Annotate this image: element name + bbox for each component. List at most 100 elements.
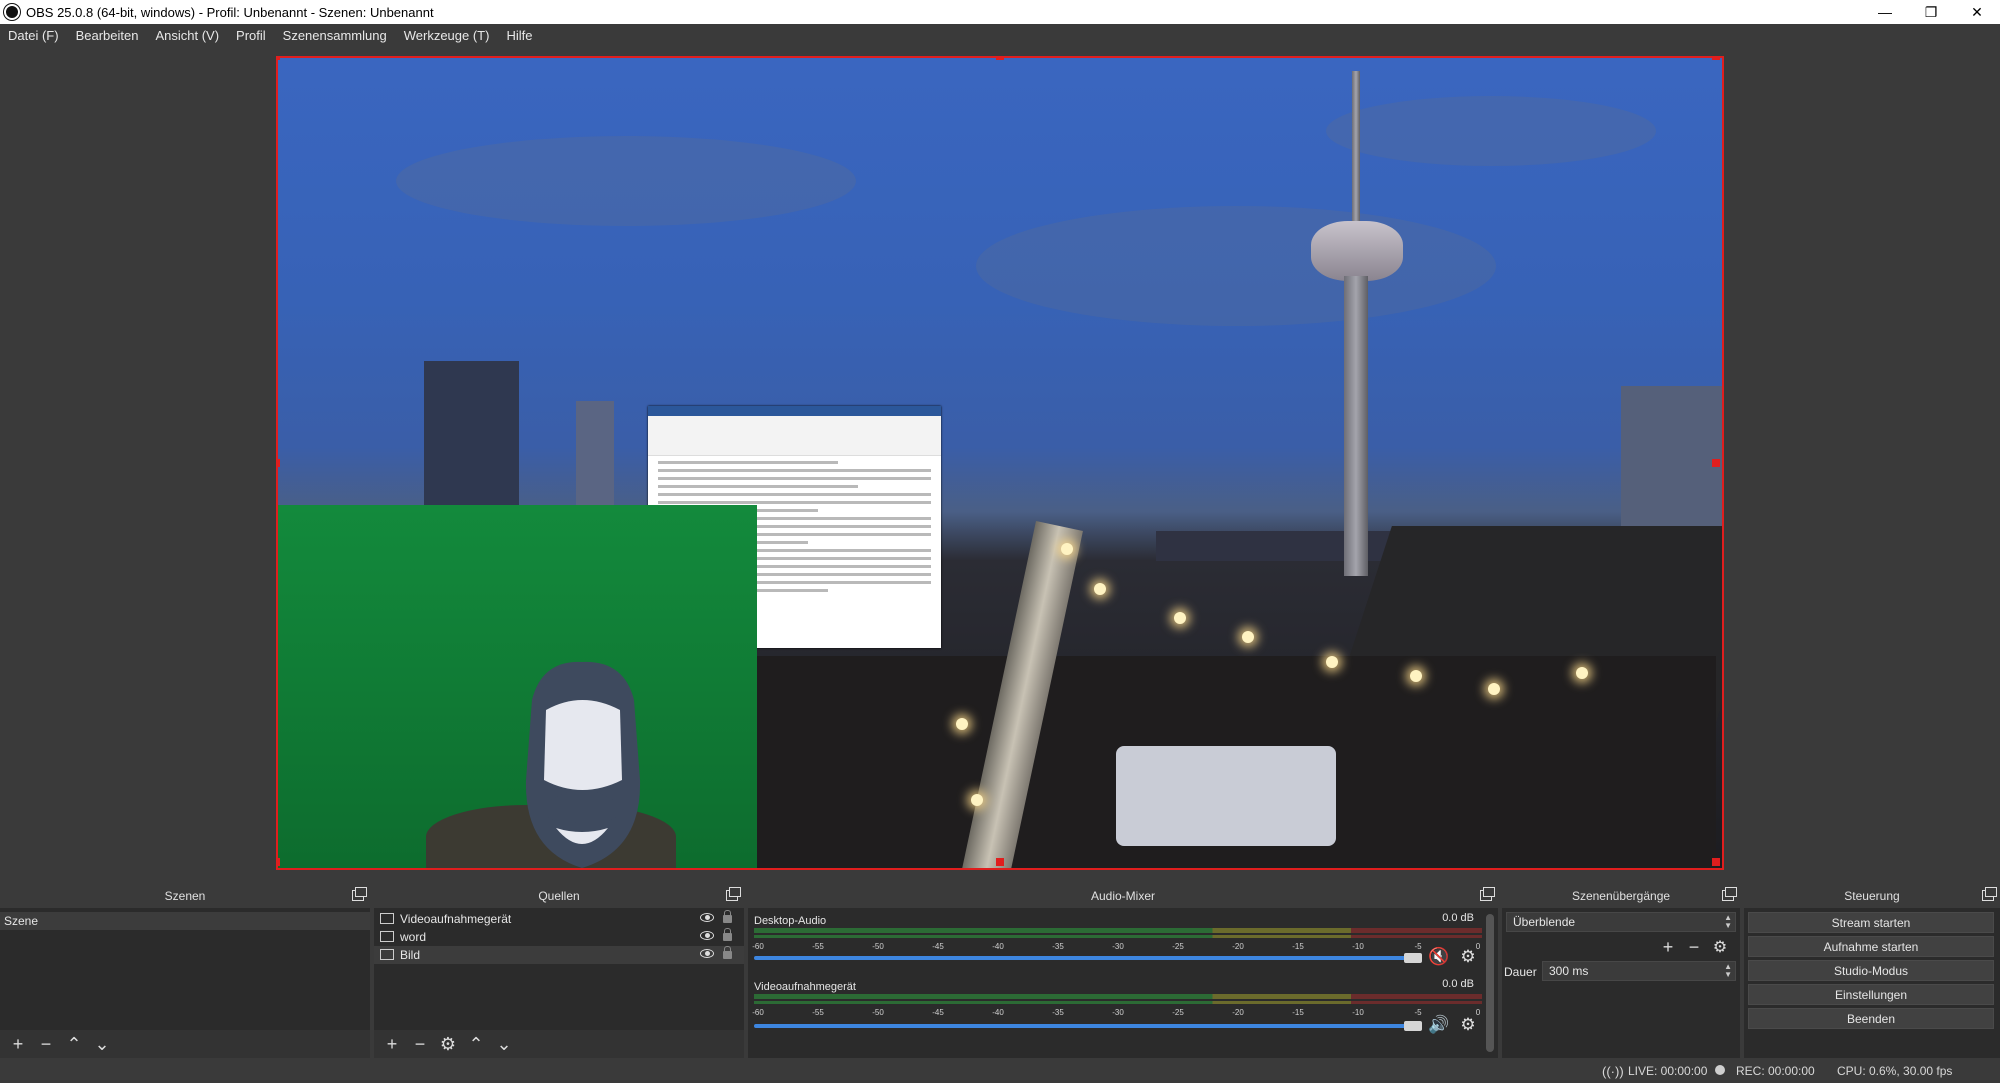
transition-selected: Überblende — [1513, 915, 1576, 929]
resize-handle[interactable] — [276, 858, 280, 866]
add-transition-button[interactable]: + — [1656, 936, 1680, 958]
move-down-button[interactable]: ⌄ — [492, 1033, 516, 1055]
cpu-status: CPU: 0.6%, 30.00 fps — [1837, 1064, 1953, 1078]
minimize-button[interactable]: — — [1862, 0, 1908, 24]
avatar-icon — [525, 661, 641, 868]
undock-icon[interactable] — [1722, 887, 1737, 901]
exit-button[interactable]: Beenden — [1748, 1008, 1994, 1029]
channel-name: Desktop-Audio — [754, 915, 827, 927]
menu-szenensammlung[interactable]: Szenensammlung — [283, 28, 387, 43]
scale-tick-label: -20 — [1232, 942, 1244, 951]
menu-datei[interactable]: Datei (F) — [8, 28, 59, 43]
resize-handle[interactable] — [1712, 56, 1720, 60]
resize-handle[interactable] — [996, 858, 1004, 866]
undock-icon[interactable] — [352, 887, 367, 901]
scale-tick-label: -35 — [1052, 1008, 1064, 1017]
title-bar: OBS 25.0.8 (64-bit, windows) - Profil: U… — [0, 0, 2000, 24]
duration-value: 300 ms — [1549, 964, 1589, 978]
scale-tick-label: -60 — [752, 1008, 764, 1017]
remove-transition-button[interactable]: − — [1682, 936, 1706, 958]
source-label: word — [400, 930, 427, 944]
meter-scale: -60 -55 -50 -45 -40 -35 -30 -25 -20 -15 -10 -5 0 — [752, 1008, 1482, 1018]
preview-canvas[interactable] — [276, 56, 1724, 870]
window-title: OBS 25.0.8 (64-bit, windows) - Profil: U… — [26, 4, 434, 20]
camera-icon — [380, 913, 394, 924]
gear-icon[interactable]: ⚙ — [1458, 947, 1478, 967]
channel-db: 0.0 dB — [1442, 978, 1474, 990]
speaker-icon[interactable]: 🔊 — [1428, 1015, 1450, 1035]
move-up-button[interactable]: ⌃ — [62, 1033, 86, 1055]
visibility-eye-icon[interactable] — [700, 931, 714, 940]
duration-label: Dauer — [1504, 965, 1537, 979]
resize-handle[interactable] — [996, 56, 1004, 60]
muted-speaker-icon[interactable]: 🔇 — [1428, 947, 1450, 967]
resize-handle[interactable] — [276, 459, 280, 467]
resize-handle[interactable] — [1712, 459, 1720, 467]
source-label: Videoaufnahmegerät — [400, 912, 512, 926]
scale-tick-label: -40 — [992, 942, 1004, 951]
lock-icon[interactable] — [723, 928, 732, 941]
volume-fader[interactable] — [754, 1024, 1416, 1028]
add-scene-button[interactable]: + — [6, 1033, 30, 1055]
remove-scene-button[interactable]: − — [34, 1033, 58, 1055]
image-icon — [380, 949, 394, 960]
studio-mode-button[interactable]: Studio-Modus — [1748, 960, 1994, 981]
window-capture-icon — [380, 931, 394, 942]
menu-hilfe[interactable]: Hilfe — [506, 28, 532, 43]
menu-bar: Datei (F) Bearbeiten Ansicht (V) Profil … — [0, 24, 2000, 46]
settings-button[interactable]: Einstellungen — [1748, 984, 1994, 1005]
webcam-greenscreen — [276, 505, 757, 870]
fader-knob[interactable] — [1404, 1021, 1422, 1031]
spin-arrows-icon[interactable]: ▲ ▼ — [1724, 963, 1732, 979]
source-properties-button[interactable]: ⚙ — [436, 1033, 460, 1055]
start-streaming-button[interactable]: Stream starten — [1748, 912, 1994, 933]
scene-item[interactable]: Szene — [0, 912, 370, 930]
source-item[interactable]: Videoaufnahmegerät — [374, 910, 744, 928]
scale-tick-label: -45 — [932, 1008, 944, 1017]
remove-source-button[interactable]: − — [408, 1033, 432, 1055]
source-item[interactable]: word — [374, 928, 744, 946]
rec-status: REC: 00:00:00 — [1736, 1064, 1815, 1078]
move-down-button[interactable]: ⌄ — [90, 1033, 114, 1055]
resize-handle[interactable] — [276, 56, 280, 60]
transition-select[interactable]: Überblende ▲ ▼ — [1506, 912, 1736, 932]
lock-icon[interactable] — [723, 910, 732, 923]
add-source-button[interactable]: + — [380, 1033, 404, 1055]
lock-icon[interactable] — [723, 946, 732, 959]
duration-input[interactable]: 300 ms ▲ ▼ — [1542, 961, 1736, 981]
fader-knob[interactable] — [1404, 953, 1422, 963]
move-up-button[interactable]: ⌃ — [464, 1033, 488, 1055]
visibility-eye-icon[interactable] — [700, 913, 714, 922]
gear-icon[interactable]: ⚙ — [1458, 1015, 1478, 1035]
undock-icon[interactable] — [1982, 887, 1997, 901]
menu-profil[interactable]: Profil — [236, 28, 266, 43]
scale-tick-label: -25 — [1172, 1008, 1184, 1017]
controls-dock: Steuerung Stream starten Aufnahme starte… — [1744, 884, 2000, 1058]
menu-ansicht[interactable]: Ansicht (V) — [155, 28, 219, 43]
undock-icon[interactable] — [1480, 887, 1495, 901]
visibility-eye-icon[interactable] — [700, 949, 714, 958]
transitions-dock: Szenenübergänge Überblende ▲ ▼ + − ⚙ Daue… — [1502, 884, 1740, 1058]
menu-bearbeiten[interactable]: Bearbeiten — [76, 28, 139, 43]
record-dot-icon — [1715, 1065, 1725, 1075]
channel-name: Videoaufnahmegerät — [754, 981, 856, 993]
volume-meter — [754, 935, 1482, 938]
menu-werkzeuge[interactable]: Werkzeuge (T) — [404, 28, 490, 43]
start-recording-button[interactable]: Aufnahme starten — [1748, 936, 1994, 957]
mixer-channel: Desktop-Audio 0.0 dB -60 -55 -50 -45 -40 -35 -… — [752, 912, 1488, 976]
audio-mixer-dock: Audio-Mixer Desktop-Audio 0.0 dB -60 -55 -… — [748, 884, 1498, 1058]
maximize-button[interactable]: ❐ — [1908, 0, 1954, 24]
source-item[interactable]: Bild — [374, 946, 744, 964]
mixer-channel: Videoaufnahmegerät 0.0 dB -60 -55 -50 -45 -4… — [752, 978, 1488, 1042]
resize-handle[interactable] — [1712, 858, 1720, 866]
status-bar: ((·)) LIVE: 00:00:00 REC: 00:00:00 CPU: … — [0, 1058, 2000, 1083]
mixer-title: Audio-Mixer — [1090, 889, 1156, 903]
volume-fader[interactable] — [754, 956, 1416, 960]
scale-tick-label: -50 — [872, 942, 884, 951]
scenes-dock: Szenen Szene + − ⌃ ⌄ — [0, 884, 370, 1058]
transition-properties-button[interactable]: ⚙ — [1708, 936, 1732, 958]
close-button[interactable]: ✕ — [1954, 0, 2000, 24]
scale-tick-label: -15 — [1292, 942, 1304, 951]
undock-icon[interactable] — [726, 887, 741, 901]
mixer-scrollbar[interactable] — [1486, 914, 1494, 1052]
